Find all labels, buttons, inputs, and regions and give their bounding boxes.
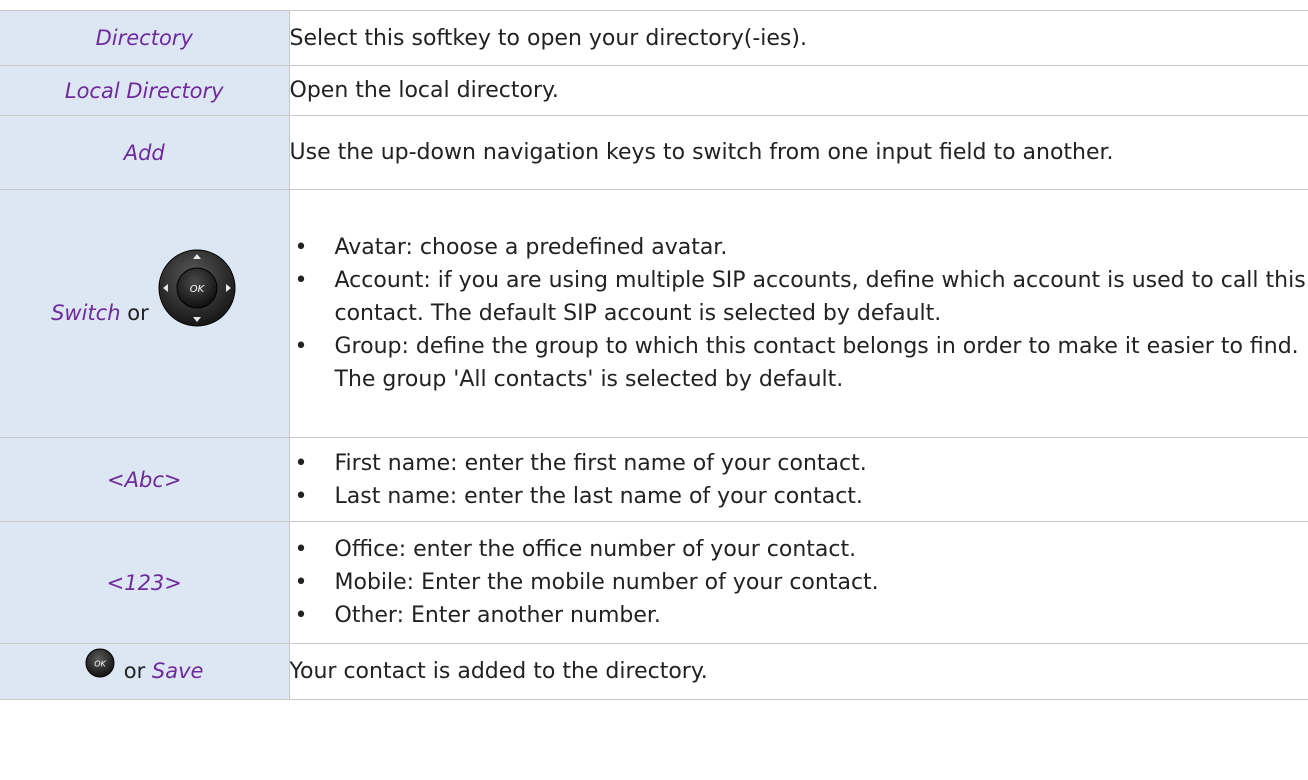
description-cell: Open the local directory. [289, 65, 1308, 116]
softkey-cell: Add [0, 115, 290, 190]
ok-label: OK [94, 659, 106, 668]
table-row: <123> Office: enter the office number of… [0, 521, 1308, 644]
softkey-label: Local Directory [64, 78, 224, 103]
table-row: Local Directory Open the local directory… [0, 65, 1308, 116]
bullet-list: First name: enter the first name of your… [290, 447, 1308, 513]
softkey-label: Add [123, 140, 165, 165]
or-text: or [123, 658, 146, 683]
list-item: Avatar: choose a predefined avatar. [290, 231, 1308, 264]
softkey-cell: OK or Save [0, 643, 290, 700]
softkey-label: <123> [106, 570, 182, 595]
softkey-label: <Abc> [107, 467, 182, 492]
description-cell: Use the up-down navigation keys to switc… [289, 115, 1308, 190]
table-row: Directory Select this softkey to open yo… [0, 10, 1308, 66]
description-cell: First name: enter the first name of your… [289, 437, 1308, 522]
list-item: Group: define the group to which this co… [290, 330, 1308, 396]
ok-navigation-keypad-icon: OK [157, 248, 237, 328]
description-cell: Avatar: choose a predefined avatar. Acco… [289, 189, 1308, 438]
softkey-cell: Directory [0, 10, 290, 66]
list-item: Other: Enter another number. [290, 599, 1308, 632]
list-item: Account: if you are using multiple SIP a… [290, 264, 1308, 330]
ok-label: OK [190, 284, 206, 295]
ok-button-icon: OK [85, 648, 115, 678]
description-text: Your contact is added to the directory. [289, 659, 708, 684]
list-item: First name: enter the first name of your… [290, 447, 1308, 480]
softkey-cell: Local Directory [0, 65, 290, 116]
table-row: <Abc> First name: enter the first name o… [0, 437, 1308, 522]
description-cell: Select this softkey to open your directo… [289, 10, 1308, 66]
description-cell: Office: enter the office number of your … [289, 521, 1308, 644]
description-text: Open the local directory. [289, 78, 559, 103]
table-row: OK or Save Your contact is added to the … [0, 643, 1308, 700]
table-row: Add Use the up-down navigation keys to s… [0, 115, 1308, 190]
softkey-label: Directory [95, 26, 193, 50]
softkey-cell: Switch or OK [0, 189, 290, 438]
list-item: Mobile: Enter the mobile number of your … [290, 566, 1308, 599]
or-text: or [127, 300, 149, 325]
softkey-cell: <Abc> [0, 437, 290, 522]
bullet-list: Avatar: choose a predefined avatar. Acco… [290, 231, 1308, 396]
softkey-label: Save [151, 658, 204, 683]
instructions-table: Directory Select this softkey to open yo… [0, 10, 1308, 700]
table-row: Switch or OK • Avatar: choose a predefin… [0, 189, 1308, 438]
softkey-label: Switch [51, 300, 121, 325]
description-text: Use the up-down navigation keys to switc… [289, 140, 1114, 165]
description-cell: Your contact is added to the directory. [289, 643, 1308, 700]
bullet-list: Office: enter the office number of your … [290, 533, 1308, 632]
description-text: Select this softkey to open your directo… [289, 25, 807, 51]
list-item: Last name: enter the last name of your c… [290, 480, 1308, 513]
list-item: Office: enter the office number of your … [290, 533, 1308, 566]
softkey-cell: <123> [0, 521, 290, 644]
